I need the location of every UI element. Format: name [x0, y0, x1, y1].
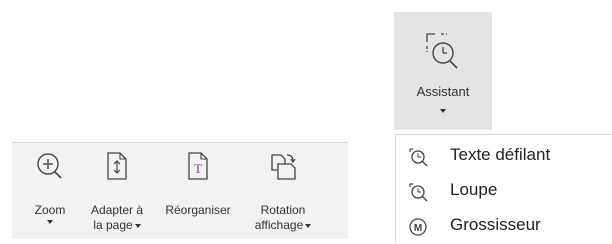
fit-page-label-line2: la page	[93, 218, 133, 232]
zoom-label: Zoom	[34, 203, 66, 217]
chevron-down-icon	[440, 109, 446, 113]
assistant-label: Assistant	[416, 84, 470, 99]
zoom-button[interactable]: Zoom	[30, 143, 70, 239]
assistant-dropdown-menu: Texte défilant Loupe M Grossisseur	[395, 134, 612, 243]
svg-text:T: T	[194, 161, 202, 176]
menu-item-scrolling-text[interactable]: Texte défilant	[396, 141, 612, 171]
reorganize-label: Réorganiser	[165, 203, 231, 217]
assistant-icon	[424, 30, 462, 77]
rotate-view-icon	[268, 151, 298, 186]
view-toolbar: Zoom Adapter à la page T Réorganiser Rot…	[12, 142, 348, 239]
assistant-button[interactable]: Assistant	[394, 12, 492, 130]
rotate-view-button[interactable]: Rotation affichage	[248, 143, 318, 239]
fit-page-icon	[105, 151, 129, 186]
fit-page-button[interactable]: Adapter à la page	[82, 143, 152, 239]
magnifier-m-icon: M	[408, 217, 430, 244]
rotate-view-label-line2: affichage	[254, 218, 304, 232]
svg-text:M: M	[414, 223, 422, 234]
chevron-down-icon	[47, 220, 53, 224]
menu-item-loupe[interactable]: Loupe	[396, 176, 612, 206]
scrolling-text-icon	[408, 147, 430, 172]
menu-item-magnifier[interactable]: M Grossisseur	[396, 211, 612, 241]
reorganize-button[interactable]: T Réorganiser	[158, 143, 238, 239]
zoom-in-icon	[35, 151, 65, 188]
menu-item-label: Texte défilant	[450, 145, 551, 164]
reorganize-icon: T	[186, 151, 210, 186]
chevron-down-icon	[134, 223, 141, 228]
chevron-down-icon	[305, 223, 312, 228]
menu-item-label: Loupe	[450, 180, 498, 199]
loupe-icon	[408, 182, 430, 207]
rotate-view-label-line1: Rotation	[260, 203, 306, 217]
menu-item-label: Grossisseur	[450, 215, 541, 234]
fit-page-label-line1: Adapter à	[90, 203, 144, 217]
